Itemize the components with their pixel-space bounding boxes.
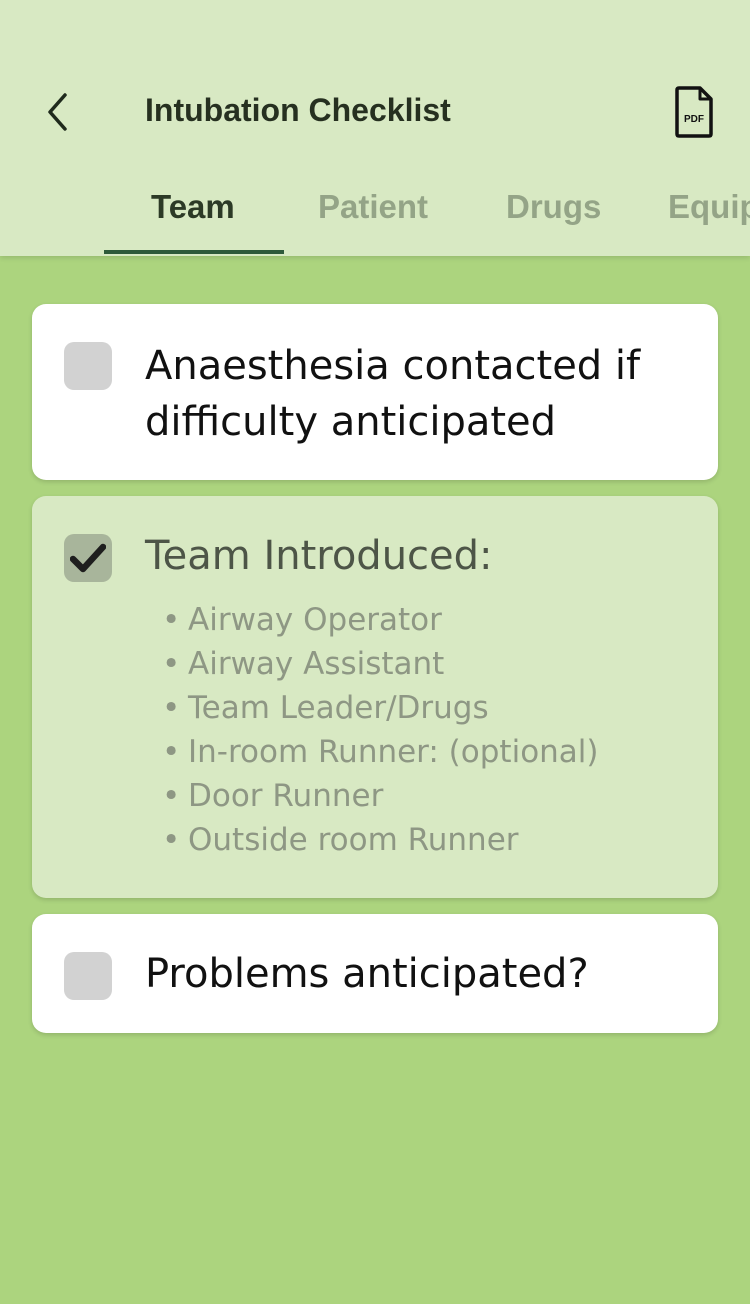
tab-drugs[interactable]: Drugs <box>506 188 601 226</box>
tab-team[interactable]: Team <box>151 188 235 226</box>
checklist-item-label: Team Introduced: <box>145 533 493 579</box>
tab-equipment[interactable]: Equip <box>668 188 750 226</box>
checkmark-icon <box>70 543 106 573</box>
tab-patient[interactable]: Patient <box>318 188 428 226</box>
page-title: Intubation Checklist <box>145 92 451 128</box>
tab-bar: Team Patient Drugs Equip <box>0 172 750 256</box>
checkbox-unchecked[interactable] <box>64 342 112 390</box>
role-label: In-room Runner: (optional) <box>188 734 599 770</box>
active-tab-indicator <box>104 250 284 254</box>
role-label: Door Runner <box>188 778 384 814</box>
list-item: • Outside room Runner <box>162 822 519 858</box>
list-item: • In-room Runner: (optional) <box>162 734 599 770</box>
list-item: • Door Runner <box>162 778 384 814</box>
checklist-item-problems-anticipated[interactable]: Problems anticipated? <box>32 914 718 1033</box>
checkbox-checked[interactable] <box>64 534 112 582</box>
pdf-icon-text: PDF <box>684 114 704 125</box>
checklist-item-label: Problems anticipated? <box>145 951 589 997</box>
chevron-left-icon <box>48 93 67 131</box>
list-item: • Team Leader/Drugs <box>162 690 489 726</box>
pdf-file-icon: PDF <box>675 86 713 138</box>
export-pdf-button[interactable]: PDF <box>670 84 718 140</box>
role-label: Team Leader/Drugs <box>188 690 489 726</box>
role-label: Airway Assistant <box>188 646 445 682</box>
role-label: Outside room Runner <box>188 822 519 858</box>
back-button[interactable] <box>36 88 80 136</box>
role-label: Airway Operator <box>188 602 442 638</box>
checklist-item-team-introduced[interactable]: Team Introduced: • Airway Operator • Airwa… <box>32 496 718 898</box>
app-header: Intubation Checklist PDF Team Patient Dr… <box>0 0 750 256</box>
team-roles-list: • Airway Operator • Airway Assistant • Team… <box>162 598 599 862</box>
checkbox-unchecked[interactable] <box>64 952 112 1000</box>
list-item: • Airway Assistant <box>162 646 445 682</box>
list-item: • Airway Operator <box>162 602 442 638</box>
checklist-item-anaesthesia-contacted[interactable]: Anaesthesia contacted if difficulty anti… <box>32 304 718 480</box>
checklist-item-label: Anaesthesia contacted if difficulty anti… <box>145 343 641 445</box>
